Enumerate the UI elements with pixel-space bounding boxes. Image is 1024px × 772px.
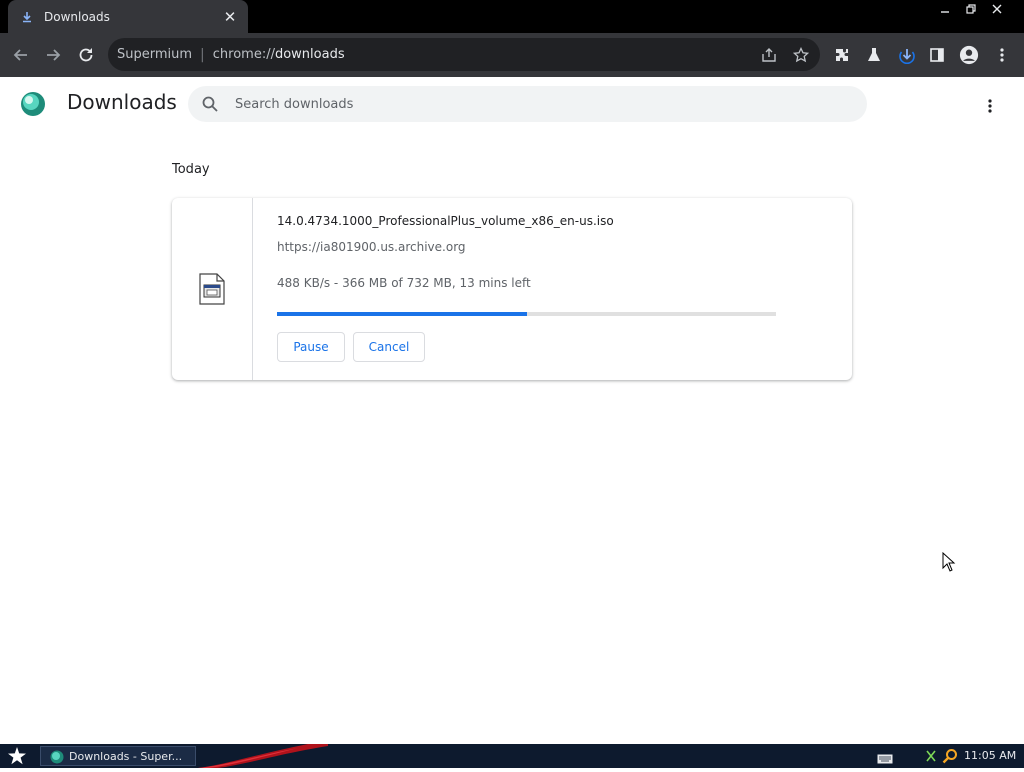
- minimize-icon[interactable]: [932, 0, 958, 18]
- close-icon[interactable]: ✕: [222, 8, 238, 26]
- taskbar: Downloads - Super... 11:05 AM: [0, 744, 1024, 768]
- star-start-icon[interactable]: [6, 746, 28, 766]
- site-name: Supermium: [117, 47, 193, 62]
- flask-icon[interactable]: [864, 45, 884, 65]
- taskbar-clock: 11:05 AM: [964, 749, 1017, 762]
- kebab-menu-icon[interactable]: [992, 45, 1012, 65]
- more-actions-icon[interactable]: [978, 94, 1002, 118]
- extensions-icon[interactable]: [832, 45, 852, 65]
- back-icon[interactable]: [9, 43, 33, 67]
- date-header: Today: [172, 162, 210, 177]
- omnibox-separator: |: [200, 46, 205, 63]
- restore-icon[interactable]: [958, 0, 984, 18]
- address-bar[interactable]: Supermium | chrome://downloads: [108, 38, 820, 71]
- page-title: Downloads: [67, 90, 177, 114]
- tab-strip: Downloads ✕: [0, 0, 1024, 33]
- mouse-pointer-icon: [942, 551, 956, 572]
- download-card: 14.0.4734.1000_ProfessionalPlus_volume_x…: [172, 198, 852, 380]
- search-bar[interactable]: [188, 86, 867, 122]
- magnifier-icon[interactable]: [942, 748, 958, 764]
- progress-bar-fill: [277, 312, 527, 316]
- star-icon[interactable]: [792, 46, 810, 64]
- supermium-logo: [20, 91, 46, 117]
- keyboard-icon[interactable]: [877, 750, 893, 764]
- forward-icon[interactable]: [41, 43, 65, 67]
- progress-bar: [277, 312, 776, 316]
- window-controls: [932, 0, 1010, 18]
- file-name-link[interactable]: 14.0.4734.1000_ProfessionalPlus_volume_x…: [277, 214, 614, 228]
- network-icon[interactable]: [924, 748, 938, 764]
- search-icon: [201, 95, 219, 113]
- download-icon: [20, 10, 34, 24]
- taskbar-item-browser[interactable]: Downloads - Super...: [40, 746, 196, 766]
- reload-icon[interactable]: [74, 43, 98, 67]
- close-window-icon[interactable]: [984, 0, 1010, 18]
- tab-downloads[interactable]: Downloads ✕: [8, 0, 248, 33]
- taskbar-decoration: [198, 744, 328, 768]
- progress-status: 488 KB/s - 366 MB of 732 MB, 13 mins lef…: [277, 276, 531, 290]
- share-icon[interactable]: [760, 46, 778, 64]
- file-icon-column: [172, 198, 253, 380]
- profile-icon[interactable]: [959, 45, 979, 65]
- taskbar-item-label: Downloads - Super...: [69, 749, 183, 763]
- cancel-button[interactable]: Cancel: [353, 332, 425, 362]
- search-input[interactable]: [233, 95, 837, 113]
- url-text: chrome://downloads: [212, 47, 345, 62]
- browser-app-icon: [50, 749, 64, 764]
- side-panel-icon[interactable]: [927, 45, 947, 65]
- download-indicator-icon[interactable]: [897, 45, 917, 65]
- tab-title: Downloads: [44, 9, 110, 24]
- file-icon: [199, 273, 225, 305]
- browser-toolbar: Supermium | chrome://downloads: [0, 33, 1024, 77]
- pause-button[interactable]: Pause: [277, 332, 345, 362]
- source-url-link[interactable]: https://ia801900.us.archive.org: [277, 240, 466, 254]
